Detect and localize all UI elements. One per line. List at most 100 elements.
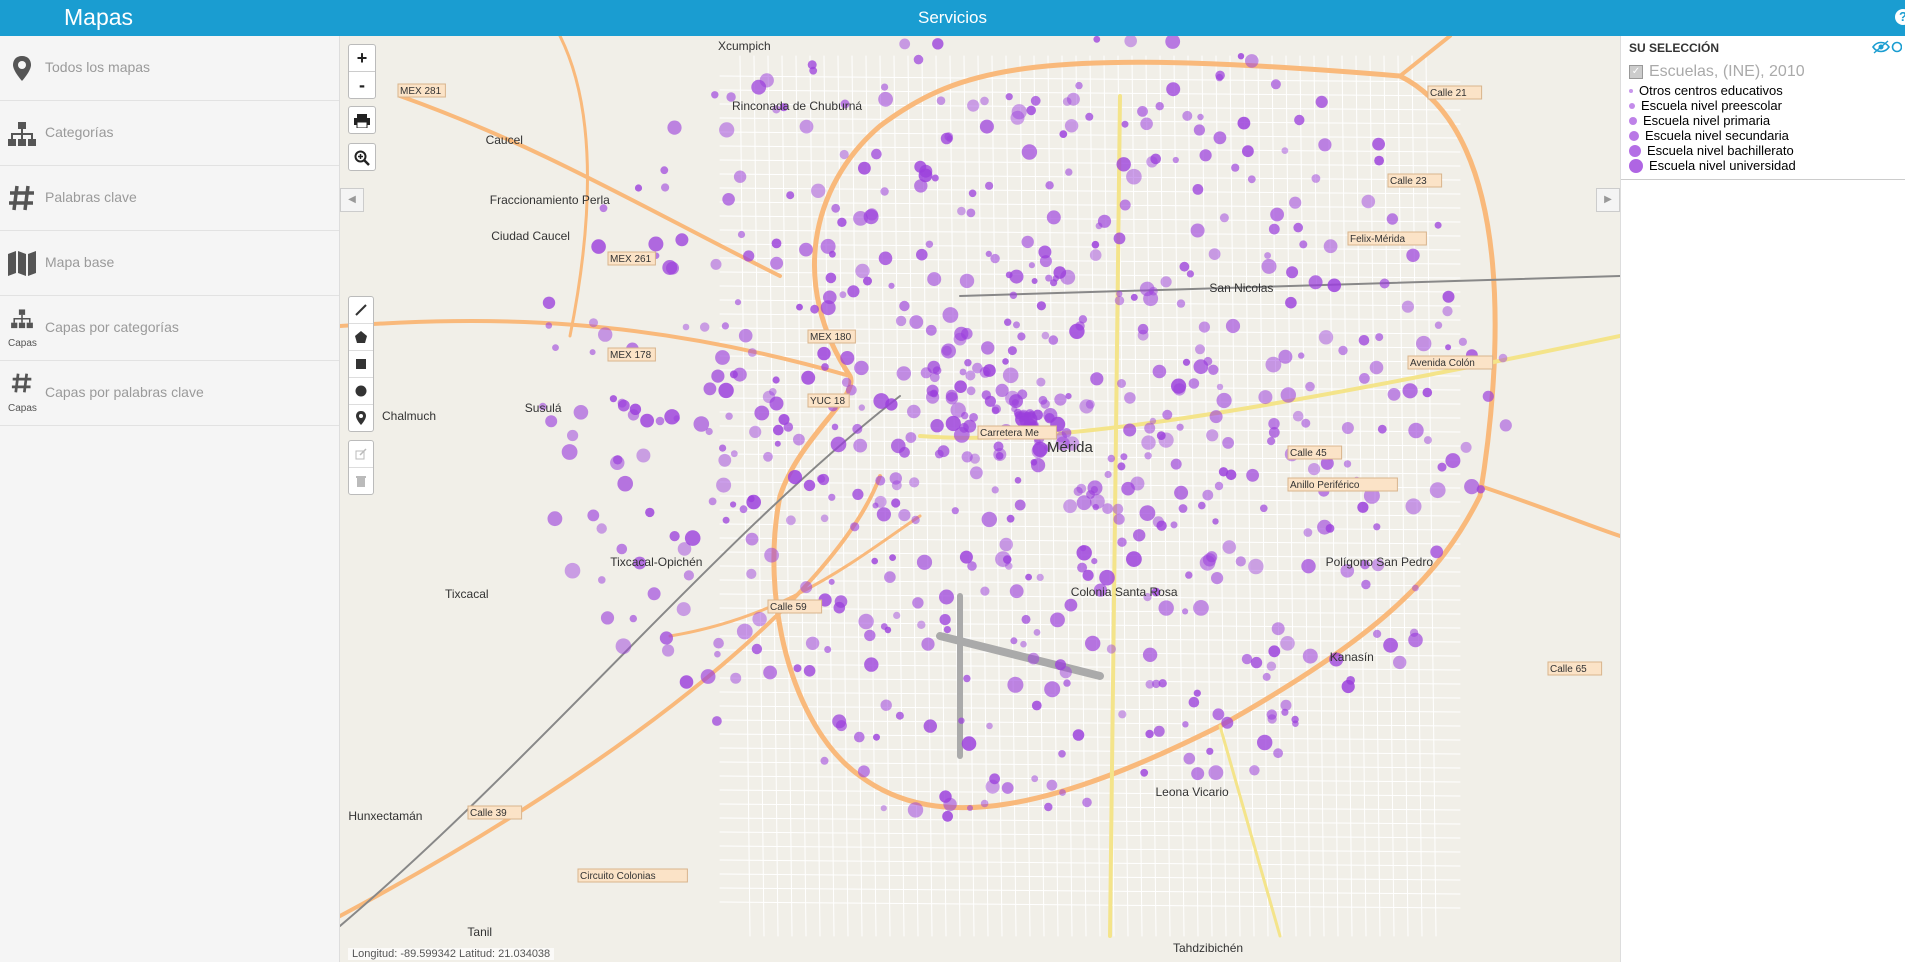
school-point[interactable] — [1423, 436, 1432, 445]
school-point[interactable] — [730, 501, 737, 508]
school-point[interactable] — [1064, 598, 1078, 612]
school-point[interactable] — [985, 779, 1000, 794]
school-point[interactable] — [1062, 97, 1072, 106]
school-point[interactable] — [730, 672, 742, 684]
school-point[interactable] — [772, 376, 780, 384]
school-point[interactable] — [1179, 261, 1190, 272]
school-point[interactable] — [1216, 392, 1232, 409]
school-point[interactable] — [1308, 463, 1321, 476]
school-point[interactable] — [966, 208, 976, 218]
school-point[interactable] — [589, 318, 598, 328]
school-point[interactable] — [661, 183, 670, 192]
school-point[interactable] — [1038, 395, 1048, 405]
school-point[interactable] — [1171, 378, 1187, 394]
school-point[interactable] — [891, 438, 906, 454]
school-point[interactable] — [1077, 562, 1088, 573]
school-point[interactable] — [1028, 262, 1035, 269]
school-point[interactable] — [1346, 676, 1355, 685]
school-point[interactable] — [831, 203, 841, 213]
school-point[interactable] — [773, 424, 784, 436]
school-point[interactable] — [1262, 672, 1271, 681]
school-point[interactable] — [1063, 499, 1077, 514]
school-point[interactable] — [721, 322, 729, 330]
school-point[interactable] — [1188, 378, 1200, 389]
school-point[interactable] — [752, 611, 767, 627]
school-point[interactable] — [1406, 248, 1420, 262]
school-point[interactable] — [1191, 767, 1205, 781]
school-point[interactable] — [1030, 459, 1038, 466]
school-point[interactable] — [1118, 710, 1127, 719]
school-point[interactable] — [981, 511, 997, 528]
school-point[interactable] — [1026, 105, 1036, 116]
school-point[interactable] — [1315, 95, 1328, 108]
school-point[interactable] — [1176, 423, 1184, 431]
school-point[interactable] — [925, 324, 937, 336]
school-point[interactable] — [1031, 700, 1042, 711]
sidebar-item-todos-los-mapas[interactable]: Todos los mapas — [0, 36, 339, 101]
school-point[interactable] — [1231, 163, 1240, 172]
school-point[interactable] — [995, 383, 1009, 397]
school-point[interactable] — [561, 444, 578, 460]
print-button[interactable] — [349, 107, 375, 133]
school-point[interactable] — [981, 341, 995, 355]
school-point[interactable] — [820, 514, 829, 523]
school-point[interactable] — [943, 626, 952, 634]
school-point[interactable] — [669, 531, 680, 542]
school-point[interactable] — [828, 493, 836, 501]
school-point[interactable] — [743, 250, 755, 262]
collapse-right-arrow[interactable]: ▶ — [1596, 188, 1620, 212]
school-point[interactable] — [1013, 321, 1020, 329]
school-point[interactable] — [616, 543, 628, 555]
school-point[interactable] — [1305, 381, 1315, 392]
school-point[interactable] — [1369, 360, 1384, 375]
school-point[interactable] — [703, 382, 717, 396]
school-point[interactable] — [834, 595, 848, 608]
school-point[interactable] — [1434, 221, 1442, 229]
school-point[interactable] — [1268, 427, 1280, 438]
school-point[interactable] — [1214, 481, 1224, 491]
school-point[interactable] — [1301, 559, 1316, 574]
school-point[interactable] — [1289, 196, 1302, 209]
school-point[interactable] — [811, 183, 826, 198]
school-point[interactable] — [864, 657, 879, 672]
school-point[interactable] — [786, 515, 796, 526]
school-point[interactable] — [1182, 358, 1191, 366]
school-point[interactable] — [1002, 358, 1009, 365]
school-point[interactable] — [1280, 387, 1296, 403]
school-point[interactable] — [542, 296, 556, 309]
school-point[interactable] — [847, 285, 860, 298]
school-point[interactable] — [1387, 388, 1401, 401]
school-point[interactable] — [1215, 70, 1225, 81]
school-point[interactable] — [617, 398, 627, 408]
question-icon[interactable]: ? — [1895, 9, 1905, 25]
school-point[interactable] — [969, 453, 981, 464]
school-point[interactable] — [708, 497, 717, 506]
school-point[interactable] — [796, 303, 803, 311]
school-point[interactable] — [854, 360, 869, 376]
school-point[interactable] — [945, 415, 961, 432]
school-point[interactable] — [1144, 422, 1156, 434]
school-point[interactable] — [954, 380, 967, 394]
school-point[interactable] — [800, 581, 813, 594]
school-point[interactable] — [1249, 765, 1260, 776]
school-point[interactable] — [771, 238, 782, 249]
school-point[interactable] — [1208, 364, 1219, 375]
school-point[interactable] — [1361, 579, 1371, 590]
school-point[interactable] — [801, 370, 816, 385]
school-point[interactable] — [1036, 377, 1046, 387]
school-point[interactable] — [1010, 110, 1025, 125]
school-point[interactable] — [943, 797, 957, 812]
school-point[interactable] — [1393, 655, 1407, 670]
school-point[interactable] — [1208, 765, 1224, 780]
school-point[interactable] — [1442, 290, 1455, 303]
school-point[interactable] — [1293, 222, 1303, 233]
school-point[interactable] — [1124, 36, 1137, 48]
school-point[interactable] — [1482, 390, 1494, 402]
school-point[interactable] — [1166, 82, 1181, 97]
school-point[interactable] — [764, 547, 779, 563]
school-point[interactable] — [1267, 437, 1276, 446]
school-point[interactable] — [820, 238, 836, 254]
school-point[interactable] — [1241, 653, 1253, 665]
school-point[interactable] — [1145, 729, 1154, 739]
school-point[interactable] — [1052, 275, 1059, 282]
